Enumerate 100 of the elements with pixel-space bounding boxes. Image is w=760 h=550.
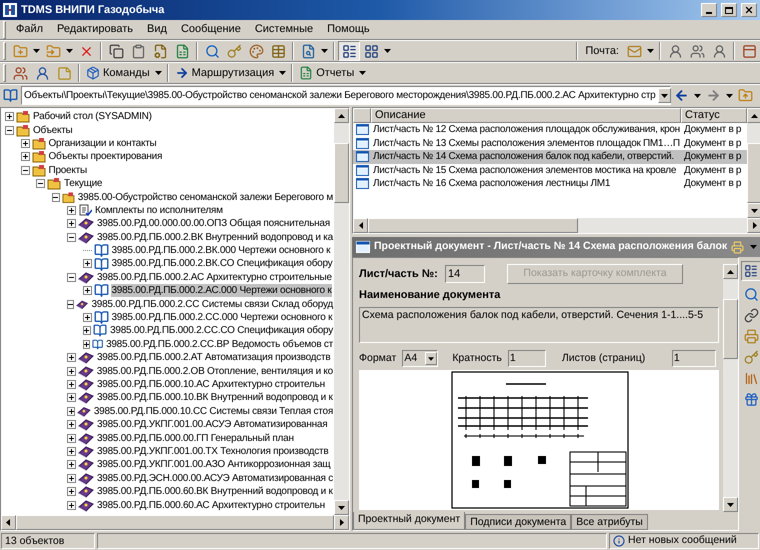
expand-box[interactable] (67, 420, 76, 430)
expand-box[interactable] (82, 326, 92, 336)
toolbar-menu-button[interactable]: Отчеты (296, 63, 358, 83)
user-icon[interactable] (712, 44, 726, 58)
expand-box[interactable] (67, 366, 76, 376)
menu-item[interactable]: Файл (9, 21, 50, 38)
menu-item[interactable]: Редактировать (50, 21, 140, 38)
menu-item[interactable]: Системные (248, 21, 320, 38)
expand-box[interactable] (67, 500, 76, 510)
tree-item[interactable]: 3985.00.РД.ПБ.000.2.СС Системы связи Склад оборуд (90, 298, 334, 311)
toolbar-menu-button[interactable]: Команды (83, 63, 153, 83)
document-gear-icon[interactable] (152, 44, 168, 58)
tree-item[interactable]: 3985.00.РД.ПБ.000.2.СС.000 Чертежи основного к (110, 311, 334, 324)
tree-item[interactable]: 3985.00.РД.ПБ.000.2.СС.ВР Ведомость объемов ст (105, 338, 334, 351)
expand-box[interactable] (20, 152, 30, 162)
caret-icon[interactable] (647, 49, 654, 53)
tree-item[interactable]: 3985.00.РД.ПБ.000.00.ГП Генеральный план (96, 432, 295, 445)
tree-item[interactable]: 3985.00.РД.ПБ.000.10.СС Системы связи Теплая стоя (92, 404, 334, 418)
forward-arrow-icon[interactable] (706, 88, 721, 103)
tree-item[interactable]: 3985.00.РД.ПБ.000.2.ВК.СО Спецификация обору (110, 257, 334, 270)
expand-box[interactable] (67, 487, 76, 496)
tree-item[interactable]: 3985.00.РД.ПБ.000.2.АТ Автоматизация производств (96, 351, 332, 364)
expand-box[interactable] (67, 380, 76, 389)
scroll-right-button[interactable] (334, 515, 349, 530)
document-search-icon[interactable] (300, 44, 316, 58)
tree-item[interactable]: 3985.00.РД.ПБ.000.2.ВК.000 Чертежи основного к (110, 244, 332, 258)
collapse-box[interactable] (67, 272, 76, 282)
collapse-box[interactable] (67, 232, 76, 242)
tree-item[interactable]: 3985.00.РД.ПБ.000.2.АС.000 Чертежи основного к (110, 284, 332, 298)
expand-box[interactable] (5, 112, 14, 122)
tree-item[interactable]: 3985.00.РД.ПБ.000.2.ВК Внутренний водопровод и ка (96, 230, 334, 244)
caret-icon[interactable] (321, 49, 328, 53)
caret-icon[interactable] (279, 71, 286, 75)
caret-icon[interactable] (33, 49, 40, 53)
scroll-thumb[interactable] (334, 143, 349, 203)
collapse-box[interactable] (20, 166, 30, 175)
maximize-button[interactable] (721, 3, 737, 17)
books-icon[interactable] (744, 371, 759, 386)
collapse-box[interactable] (52, 192, 60, 202)
tree-item[interactable]: 3985.00-Обустройство сеноманской залежи Берегового м (76, 190, 334, 204)
sheets-field[interactable]: 1 (672, 350, 716, 367)
tree-item[interactable]: 3985.00.РД.ПБ.000.10.ВК Внутренний водопровод и к (96, 391, 334, 404)
caret-icon[interactable] (384, 49, 391, 53)
menu-item[interactable]: Помощь (320, 21, 377, 38)
tree-item[interactable]: 3985.00.РД.ЭСН.000.00.АСУЭ Автоматизированная с (96, 472, 334, 485)
tree-item[interactable]: 3985.00.РД.ПБ.000.60.АС Архитектурно строительн (96, 498, 326, 512)
tab[interactable]: Все атрибуты (571, 514, 648, 530)
minimize-button[interactable] (701, 3, 717, 17)
tree-item[interactable]: Текущие (63, 177, 104, 190)
gift-icon[interactable] (744, 392, 759, 407)
tree-item[interactable]: Организации и контакты (48, 136, 158, 150)
tree-item[interactable]: Проекты (48, 164, 88, 177)
tree-item[interactable]: 3985.00.РД.УКПГ.001.00.АЗО Антикоррозионная защ (96, 458, 332, 472)
collapse-box[interactable] (36, 179, 45, 188)
tree-item[interactable]: 3985.00.РД.ПБ.000.2.СС.СО Спецификация обору (109, 324, 334, 338)
dropdown-caret-icon[interactable] (428, 356, 434, 360)
scroll-thumb[interactable] (723, 299, 738, 359)
expand-box[interactable] (67, 434, 76, 443)
menu-item[interactable]: Сообщение (174, 21, 248, 38)
tree-item[interactable]: Комплекты по исполнителям (94, 204, 224, 217)
tree-item[interactable]: Рабочий стол (SYSADMIN) (32, 110, 153, 124)
list-row[interactable]: Лист/часть № 16 Схема расположения лестницы ЛМ1 Документ в р (353, 177, 748, 190)
tree-item[interactable]: 3985.00.РД.ПБ.000.60.ВК Внутренний водопровод и к (96, 485, 334, 498)
expand-box[interactable] (67, 219, 76, 228)
tree-item[interactable]: Объекты (32, 124, 74, 137)
list-row[interactable]: Лист/часть № 13 Схемы расположения элементов площадок ПМ1…П Документ в р (353, 136, 748, 150)
search-icon[interactable] (744, 287, 759, 302)
scroll-thumb[interactable] (368, 218, 578, 233)
list-row[interactable]: Лист/часть № 12 Схема расположения площадок обслуживания, крон Документ в р (353, 123, 748, 136)
user-icon[interactable] (34, 66, 50, 80)
document-name-field[interactable]: Схема расположения балок под кабели, отверстий. Сечения 1-1....5-5 (359, 306, 720, 343)
clipboard-icon[interactable] (130, 44, 146, 58)
tree-item[interactable]: 3985.00.РД.УКПГ.001.00.АСУЭ Автоматизированная (96, 418, 328, 432)
expand-box[interactable] (20, 138, 30, 148)
users-icon[interactable] (12, 66, 28, 80)
scroll-left-button[interactable] (1, 515, 16, 530)
scroll-up-button[interactable] (723, 264, 738, 279)
scroll-down-button[interactable] (723, 497, 738, 512)
scroll-down-button[interactable] (334, 500, 349, 515)
user-icon[interactable] (668, 44, 682, 58)
caret-icon[interactable] (726, 94, 733, 98)
grid-icon[interactable] (364, 44, 378, 58)
tree-item[interactable]: 3985.00.РД.00.000.00.00.ОПЗ Общая пояснительная (96, 217, 331, 230)
expand-box[interactable] (67, 353, 76, 362)
collapse-box[interactable] (67, 300, 74, 309)
caret-icon[interactable] (750, 245, 758, 249)
close-button[interactable] (741, 3, 757, 17)
scroll-down-button[interactable] (747, 203, 760, 218)
caret-icon[interactable] (154, 71, 162, 75)
expand-box[interactable] (82, 313, 92, 322)
caret-icon[interactable] (694, 94, 701, 98)
scroll-up-button[interactable] (334, 108, 349, 123)
search-icon[interactable] (204, 44, 220, 58)
scroll-left-button[interactable] (353, 218, 368, 233)
list-view-button[interactable] (741, 261, 760, 281)
expand-box[interactable] (67, 393, 76, 402)
tab[interactable]: Подписи документа (465, 514, 572, 530)
expand-box[interactable] (67, 406, 76, 416)
expand-box[interactable] (67, 474, 76, 483)
column-header[interactable]: Описание (371, 108, 681, 123)
